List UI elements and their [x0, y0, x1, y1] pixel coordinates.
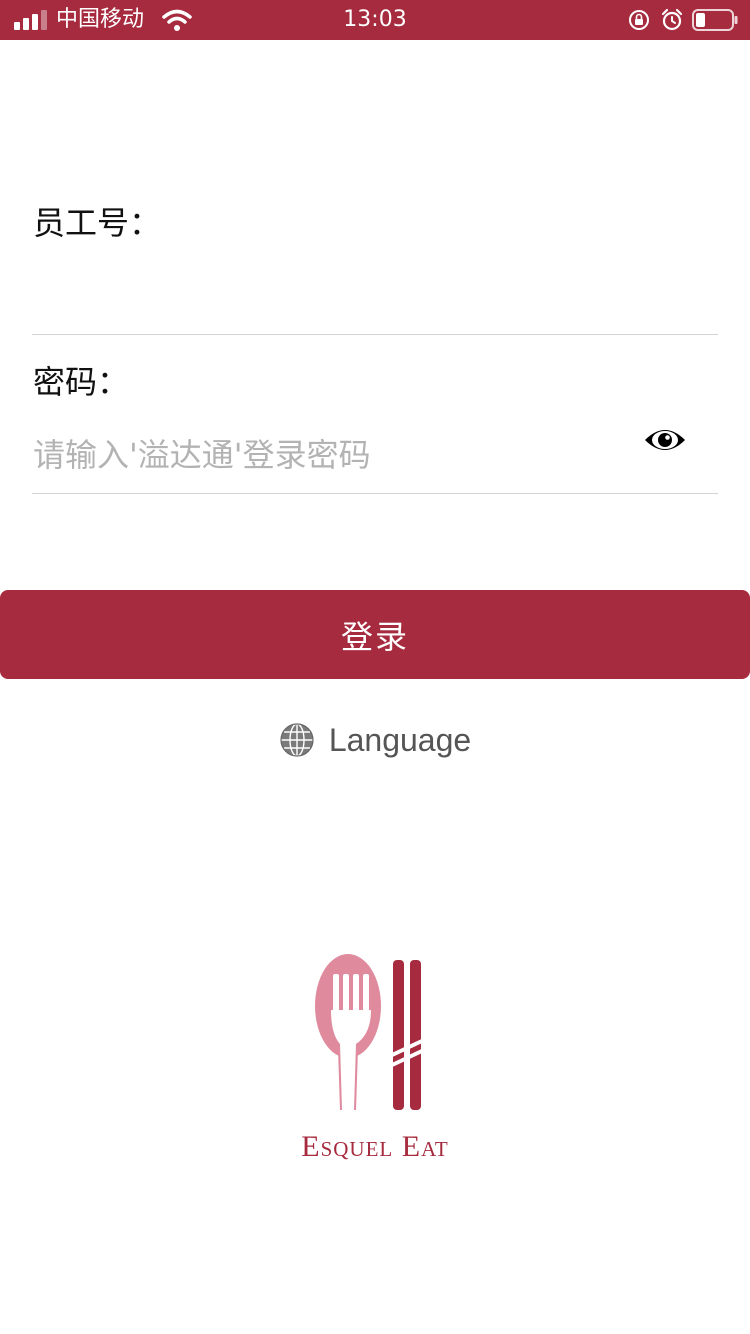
alarm-icon: [661, 8, 683, 31]
status-bar: 中国移动 13:03: [0, 0, 750, 40]
password-label: 密码：: [33, 363, 130, 401]
employee-id-input[interactable]: [33, 258, 633, 308]
esquel-eat-logo: [315, 954, 425, 1110]
globe-icon: [280, 723, 314, 757]
employee-id-divider: [32, 334, 718, 335]
brand-name: Esquel Eat: [301, 1130, 449, 1163]
rotation-lock-icon: [629, 10, 649, 30]
login-button[interactable]: 登录: [0, 590, 750, 679]
show-password-eye-icon[interactable]: [643, 424, 687, 456]
battery-icon: [692, 9, 738, 31]
language-label: Language: [328, 721, 472, 758]
password-input[interactable]: [33, 430, 633, 480]
password-divider: [32, 493, 718, 494]
employee-id-label: 员工号：: [33, 204, 162, 242]
language-switch[interactable]: Language: [0, 716, 750, 764]
